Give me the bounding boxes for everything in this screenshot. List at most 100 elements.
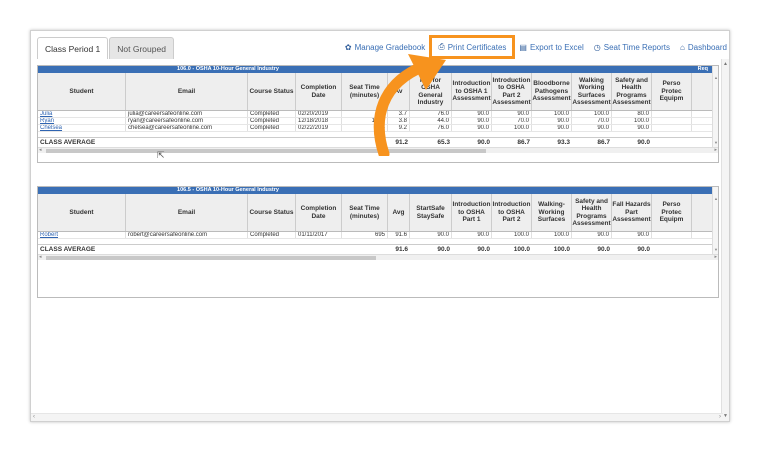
column-header[interactable]: Walking-Working Surfaces (532, 194, 572, 231)
column-header[interactable]: Avg (388, 194, 410, 231)
table-cell: Completed (248, 125, 296, 131)
column-header[interactable]: Completion Date (296, 194, 342, 231)
window-vertical-scrollbar[interactable]: ▲ ▼ (721, 59, 729, 421)
average-cell: 90.0 (637, 139, 650, 146)
average-cell: 86.7 (517, 139, 530, 146)
table-row: Ryan ryan@careersafeonline.com Completed 12… (38, 118, 718, 125)
column-header[interactable]: Introduction to OSHA Part 2 Assessment (492, 73, 532, 110)
grid-horizontal-scrollbar[interactable]: ◂ ▸ (38, 147, 718, 153)
export-to-excel-button[interactable]: ▤ Export to Excel (519, 43, 583, 52)
class-average-label: CLASS AVERAGE (40, 246, 96, 253)
print-certificates-button[interactable]: ⎙ Print Certificates (429, 35, 516, 59)
table-cell: 70.0 (572, 118, 612, 124)
dashboard-button[interactable]: ⌂ Dashboard (680, 43, 727, 52)
grid-vertical-scrollbar[interactable]: ▲ ▼ (712, 66, 718, 147)
column-header[interactable]: Av (388, 73, 410, 110)
table-cell: julia@careersafeonline.com (126, 111, 248, 117)
student-name-link[interactable]: Chelsea (38, 125, 126, 131)
column-header[interactable]: Introduction to OSHA Part 1 (452, 194, 492, 231)
table-cell: 100.0 (492, 125, 532, 131)
table-cell: 100.0 (532, 111, 572, 117)
scroll-down-arrow-icon[interactable]: ▼ (714, 247, 718, 252)
column-header[interactable]: Introduction to OSHA 1 Assessment (452, 73, 492, 110)
column-header[interactable]: Perso Protec Equipm (652, 194, 692, 231)
scroll-left-arrow-icon[interactable]: ‹ (33, 414, 35, 420)
grid-horizontal-scrollbar[interactable]: ◂ ▸ (38, 254, 718, 260)
scroll-up-arrow-icon[interactable]: ▲ (714, 75, 718, 80)
column-header[interactable]: Course Status (248, 194, 296, 231)
column-header-row: Student Email Course Status Completion Date… (38, 73, 718, 111)
column-header[interactable]: Bloodborne Pathogens Assessment (532, 73, 572, 110)
table-cell: robert@careersafeonline.com (126, 232, 248, 238)
student-name-link[interactable]: Robert (38, 232, 126, 238)
table-cell: 90.0 (572, 232, 612, 238)
table-cell: 740 (342, 111, 388, 117)
column-header[interactable]: Student (38, 194, 126, 231)
tab-class-period-1[interactable]: Class Period 1 (37, 37, 109, 59)
scroll-right-arrow-icon[interactable]: › (719, 414, 721, 420)
average-cell: 93.3 (557, 139, 570, 146)
student-name-link[interactable]: Julia (38, 111, 126, 117)
scroll-right-arrow-icon[interactable]: ▸ (714, 254, 717, 260)
manage-gradebook-label: Manage Gradebook (354, 42, 426, 52)
table-cell: 644 (342, 125, 388, 131)
table-cell: Completed (248, 111, 296, 117)
class-average-row: CLASS AVERAGE 91.2 65.3 90.0 86.7 93.3 86.7 90.… (38, 137, 718, 146)
column-header[interactable]: Seat Time (minutes) (342, 73, 388, 110)
column-header[interactable]: Seat Time (minutes) (342, 194, 388, 231)
table-row: Chelsea chelsea@careersafeonline.com Compl… (38, 125, 718, 132)
column-header[interactable]: Completion Date (296, 73, 342, 110)
grid-vertical-scrollbar[interactable]: ▲ ▼ (712, 187, 718, 254)
excel-icon: ▤ (519, 42, 527, 52)
print-certificates-label: Print Certificates (447, 42, 507, 52)
column-header[interactable]: Safety and Health Programs Assessment (572, 194, 612, 231)
seat-time-reports-button[interactable]: ◷ Seat Time Reports (594, 43, 670, 52)
column-header[interactable]: Introduction to OSHA Part 2 (492, 194, 532, 231)
column-header[interactable]: Email (126, 73, 248, 110)
column-header[interactable]: StartSafe StaySafe (410, 194, 452, 231)
scroll-left-arrow-icon[interactable]: ◂ (39, 254, 42, 260)
table-cell: 80.0 (612, 111, 652, 117)
window-horizontal-scrollbar[interactable]: ‹ › (31, 413, 723, 421)
table-cell (652, 111, 692, 117)
column-header[interactable]: Perso Protec Equipm (652, 73, 692, 110)
column-header[interactable]: Safety and Health Programs Assessment (612, 73, 652, 110)
printer-icon: ⎙ (438, 42, 445, 51)
table-cell: 695 (342, 232, 388, 238)
column-header[interactable]: Email (126, 194, 248, 231)
table-cell: 90.0 (572, 125, 612, 131)
table-cell: 02/22/2019 (296, 125, 342, 131)
column-header[interactable]: Pr t for OSHA General Industry (410, 73, 452, 110)
table-cell: 100.0 (532, 232, 572, 238)
scrollbar-thumb[interactable] (46, 256, 376, 260)
home-icon: ⌂ (680, 42, 685, 52)
scroll-up-arrow-icon[interactable]: ▲ (714, 196, 718, 201)
scroll-up-arrow-icon[interactable]: ▲ (723, 61, 728, 67)
scroll-down-arrow-icon[interactable]: ▼ (723, 413, 728, 419)
table-cell: 1793 (342, 118, 388, 124)
course-header-band: 106.0 - OSHA 10-Hour General Industry Req (38, 66, 718, 73)
table-cell (652, 232, 692, 238)
column-header[interactable]: Fall Hazards Part Assessment (612, 194, 652, 231)
tab-bar: Class Period 1 Not Grouped (37, 37, 175, 59)
table-cell: 76.0 (410, 111, 452, 117)
table-cell: Completed (248, 232, 296, 238)
table-cell: 12/18/2018 (296, 118, 342, 124)
scroll-right-arrow-icon[interactable]: ▸ (714, 147, 717, 153)
table-cell: 90.0 (452, 125, 492, 131)
manage-gradebook-button[interactable]: ✿ Manage Gradebook (345, 43, 425, 52)
column-header[interactable]: Walking Working Surfaces Assessment (572, 73, 612, 110)
column-header[interactable]: Course Status (248, 73, 296, 110)
scrollbar-thumb[interactable] (46, 149, 486, 153)
scroll-down-arrow-icon[interactable]: ▼ (714, 140, 718, 145)
gear-icon: ✿ (344, 42, 352, 52)
table-row: Robert robert@careersafeonline.com Complet… (38, 232, 718, 239)
table-cell: 3.8 (388, 118, 410, 124)
student-name-link[interactable]: Ryan (38, 118, 126, 124)
toolbar: ✿ Manage Gradebook ⎙ Print Certificates … (335, 35, 727, 59)
column-header[interactable]: Student (38, 73, 126, 110)
gradebook-grid-106-0: 106.0 - OSHA 10-Hour General Industry Req… (37, 65, 719, 163)
table-cell: 90.0 (532, 118, 572, 124)
scroll-left-arrow-icon[interactable]: ◂ (39, 147, 42, 153)
tab-not-grouped[interactable]: Not Grouped (109, 37, 174, 59)
